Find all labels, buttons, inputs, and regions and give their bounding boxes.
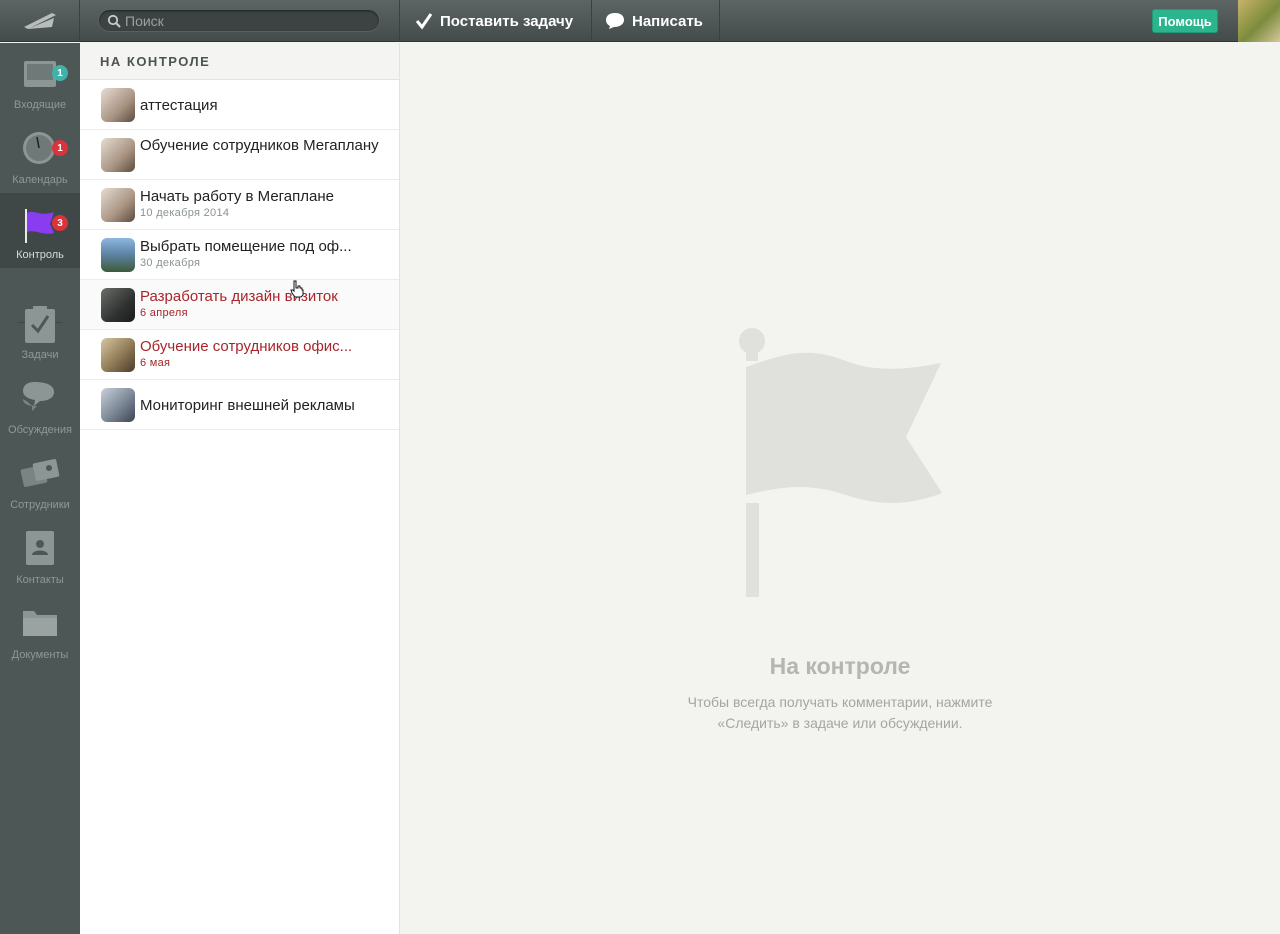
list-item[interactable]: аттестация <box>80 80 399 130</box>
nav-label-employees: Сотрудники <box>10 499 70 511</box>
avatar <box>101 238 135 272</box>
list-item-title: Мониторинг внешней рекламы <box>140 397 355 414</box>
new-task-button[interactable]: Поставить задачу <box>400 0 592 42</box>
list-item[interactable]: Начать работу в Мегаплане 10 декабря 201… <box>80 180 399 230</box>
nav-label-discussions: Обсуждения <box>8 424 72 436</box>
help-button[interactable]: Помощь <box>1152 9 1218 33</box>
avatar <box>101 338 135 372</box>
app-logo[interactable] <box>0 0 80 42</box>
nav-item-control[interactable]: 3 Контроль <box>0 193 80 268</box>
nav-item-inbox[interactable]: 1 Входящие <box>0 43 80 118</box>
search-icon <box>107 14 121 28</box>
list-item-title: Разработать дизайн визиток <box>140 288 338 305</box>
list-item[interactable]: Обучение сотрудников Мегаплану <box>80 130 399 180</box>
checkmark-icon <box>415 12 433 30</box>
empty-state-title: На контроле <box>769 653 911 679</box>
empty-state-line-1: Чтобы всегда получать комментарии, нажми… <box>687 694 993 710</box>
search-box[interactable] <box>98 9 380 32</box>
nav-item-tasks[interactable]: Задачи <box>0 293 80 368</box>
empty-state-text: Чтобы всегда получать комментарии, нажми… <box>640 692 1040 734</box>
nav-label-contacts: Контакты <box>16 574 64 586</box>
list-header: НА КОНТРОЛЕ <box>80 43 399 80</box>
chat-bubbles-icon <box>23 382 54 411</box>
speech-bubble-icon <box>605 12 625 30</box>
left-navigation: 1 Входящие 1 Календарь 3 Контроль Задачи <box>0 43 80 934</box>
flag-icon <box>739 328 942 597</box>
list-item-title: Выбрать помещение под оф... <box>140 238 352 255</box>
list-item-title: Начать работу в Мегаплане <box>140 188 334 205</box>
list-item-date: 10 декабря 2014 <box>140 207 230 219</box>
inbox-badge: 1 <box>52 65 68 81</box>
write-button[interactable]: Написать <box>592 0 720 42</box>
user-avatar[interactable] <box>1238 0 1280 42</box>
folder-icon <box>23 611 57 636</box>
control-list-panel: НА КОНТРОЛЕ аттестация Обучение сотрудни… <box>80 43 400 934</box>
calendar-badge: 1 <box>52 140 68 156</box>
address-book-icon <box>26 531 54 565</box>
nav-item-employees[interactable]: Сотрудники <box>0 443 80 518</box>
list-item-title: аттестация <box>140 97 218 114</box>
search-area <box>80 0 400 42</box>
search-input[interactable] <box>125 12 365 29</box>
list-item-title: Обучение сотрудников Мегаплану <box>140 137 379 154</box>
list-item[interactable]: Обучение сотрудников офис... 6 мая <box>80 330 399 380</box>
new-task-label: Поставить задачу <box>440 12 574 30</box>
nav-label-inbox: Входящие <box>13 99 67 111</box>
avatar <box>101 88 135 122</box>
nav-item-documents[interactable]: Документы <box>0 593 80 668</box>
list-item-title: Обучение сотрудников офис... <box>140 338 353 355</box>
nav-item-calendar[interactable]: 1 Календарь <box>0 118 80 193</box>
clipboard-icon <box>25 306 55 343</box>
list-item[interactable]: Выбрать помещение под оф... 30 декабря <box>80 230 399 280</box>
list-item[interactable]: Разработать дизайн визиток 6 апреля <box>80 280 399 330</box>
list-item-date: 6 мая <box>140 357 171 369</box>
list-item-date: 30 декабря <box>140 257 201 269</box>
id-cards-icon <box>20 459 60 487</box>
avatar <box>101 388 135 422</box>
avatar <box>101 288 135 322</box>
empty-state-line-2: «Следить» в задаче или обсуждении. <box>717 715 963 731</box>
list-item[interactable]: Мониторинг внешней рекламы <box>80 380 399 430</box>
nav-item-contacts[interactable]: Контакты <box>0 518 80 593</box>
main-content: На контроле Чтобы всегда получать коммен… <box>400 43 1280 934</box>
nav-label-calendar: Календарь <box>12 174 68 186</box>
control-badge: 3 <box>52 215 68 231</box>
list-item-date: 6 апреля <box>140 307 188 319</box>
nav-item-discussions[interactable]: Обсуждения <box>0 368 80 443</box>
nav-label-tasks: Задачи <box>21 349 59 361</box>
hand-cursor-icon <box>290 280 304 298</box>
top-bar: Поставить задачу Написать Помощь <box>0 0 1280 42</box>
avatar <box>101 138 135 172</box>
list-header-title: НА КОНТРОЛЕ <box>100 54 211 69</box>
megaplan-logo-icon <box>23 13 56 29</box>
write-label: Написать <box>632 12 703 30</box>
nav-label-control: Контроль <box>16 249 64 261</box>
nav-label-documents: Документы <box>11 649 69 661</box>
avatar <box>101 188 135 222</box>
